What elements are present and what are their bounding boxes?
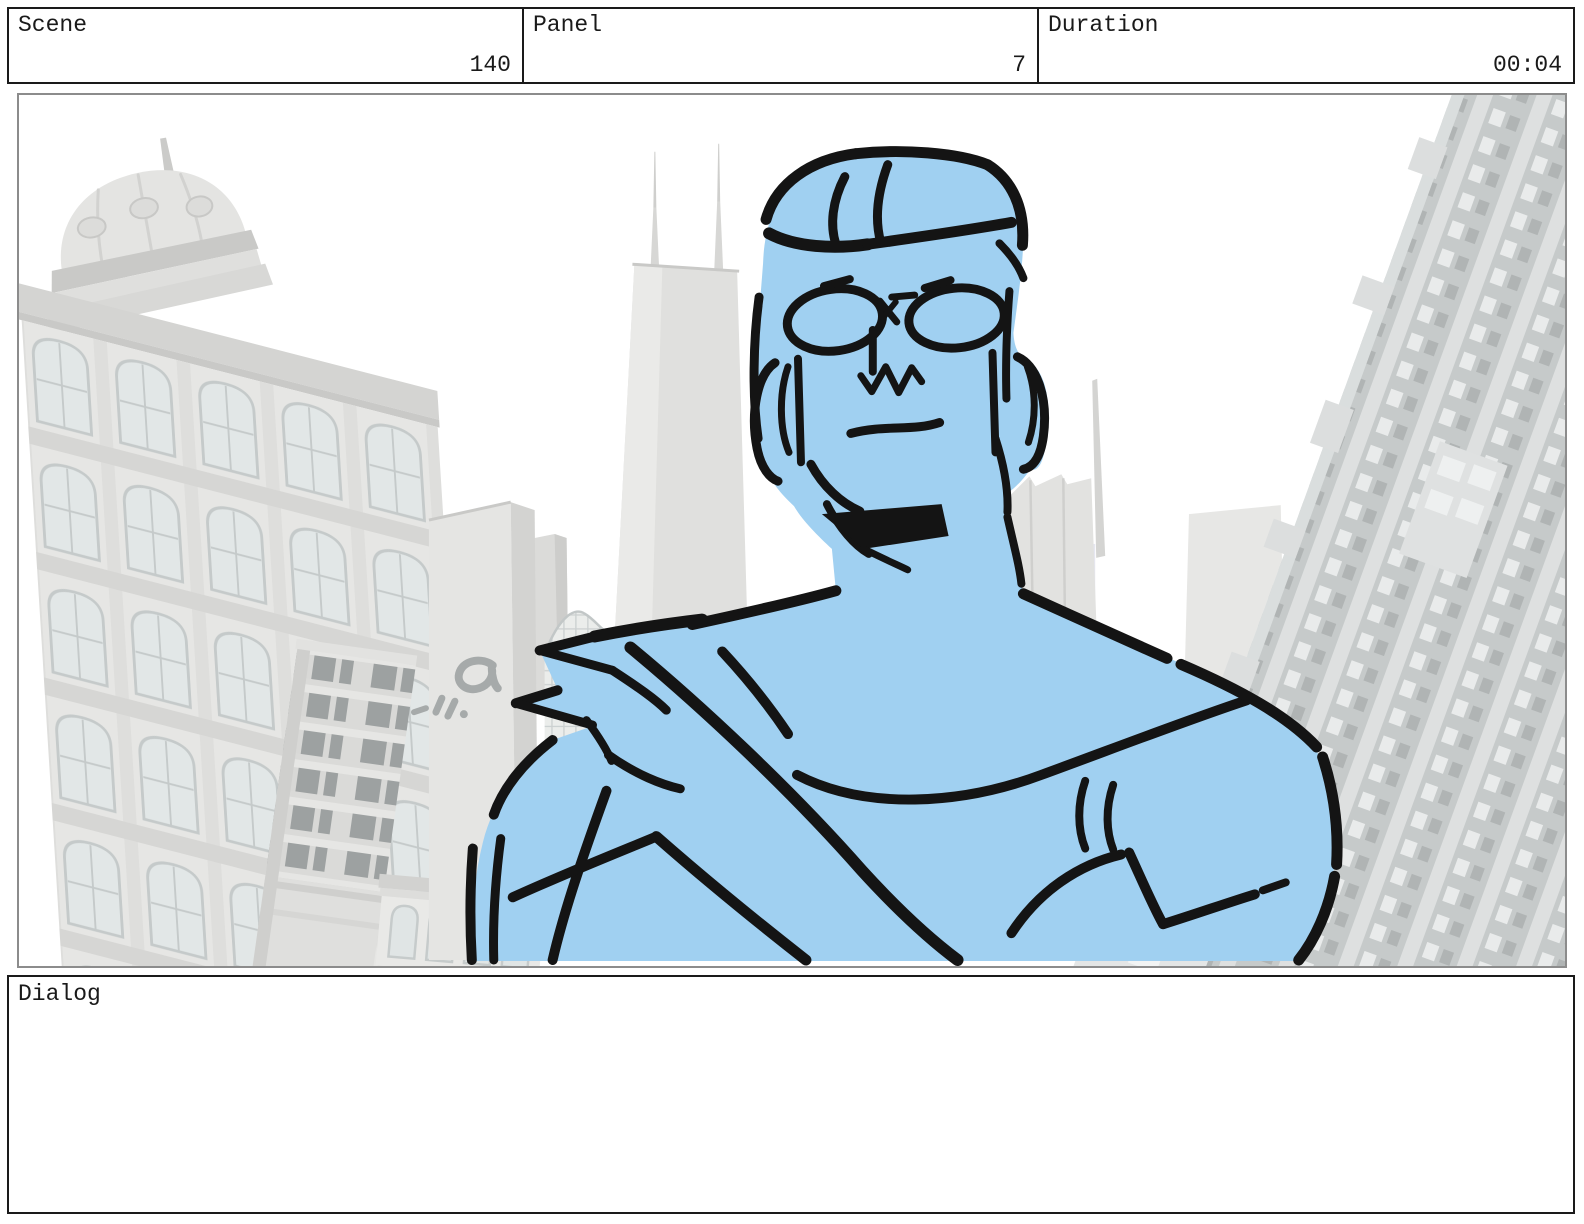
- scene-cell: Scene 140: [9, 9, 524, 82]
- panel-info-table: Scene 140 Panel 7 Duration 00:04: [7, 7, 1575, 84]
- panel-cell: Panel 7: [524, 9, 1039, 82]
- scene-label: Scene: [18, 12, 87, 38]
- panel-image-frame: [17, 93, 1567, 968]
- duration-label: Duration: [1048, 12, 1158, 38]
- dialog-box: Dialog: [7, 975, 1575, 1214]
- panel-value: 7: [1012, 52, 1026, 78]
- scene-value: 140: [470, 52, 511, 78]
- dialog-content: [18, 1013, 1564, 1206]
- duration-value: 00:04: [1493, 52, 1562, 78]
- panel-label: Panel: [533, 12, 602, 38]
- dialog-label: Dialog: [18, 981, 101, 1007]
- storyboard-sheet: Scene 140 Panel 7 Duration 00:04: [0, 0, 1584, 1224]
- duration-cell: Duration 00:04: [1039, 9, 1573, 82]
- storyboard-artwork: [19, 95, 1565, 966]
